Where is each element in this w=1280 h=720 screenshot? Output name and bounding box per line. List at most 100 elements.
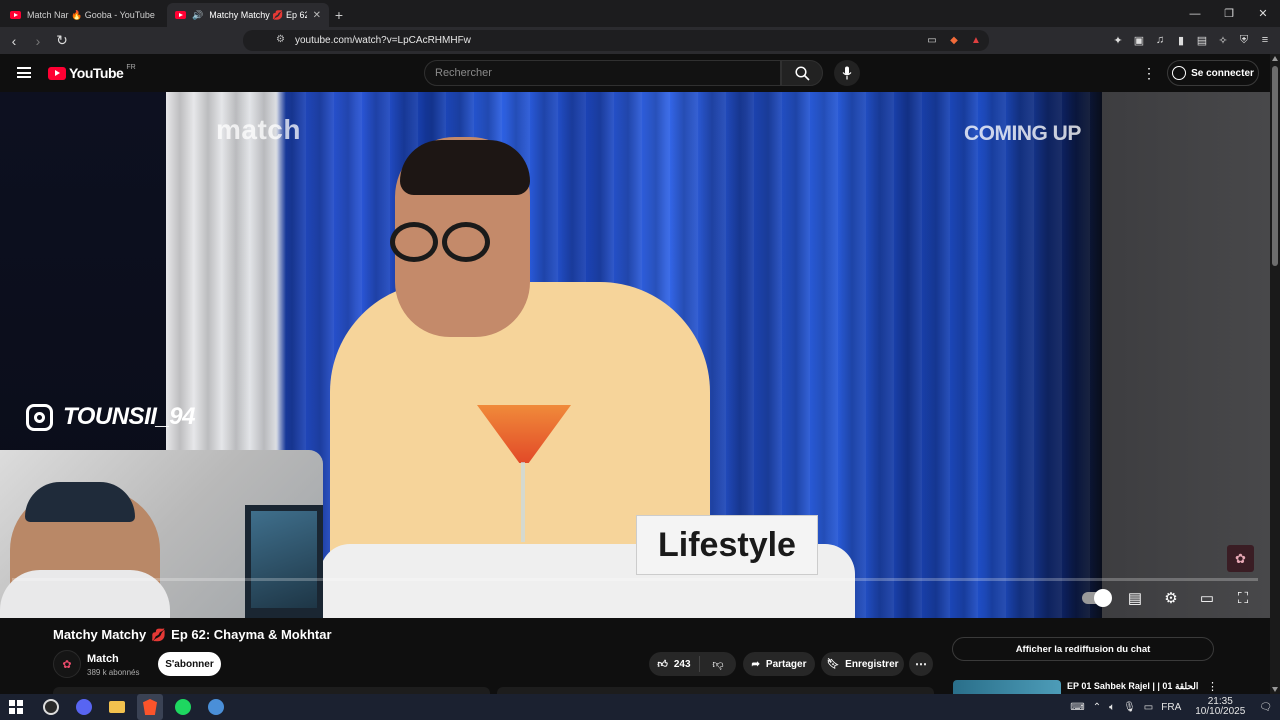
notifications-icon[interactable]: 🗨︎: [1259, 702, 1272, 713]
site-info-icon[interactable]: ⚙: [276, 34, 285, 45]
discord-icon[interactable]: [71, 694, 97, 720]
theater-mode-icon[interactable]: ▭: [1196, 588, 1218, 608]
youtube-wordmark: YouTube: [69, 65, 124, 81]
minimize-button[interactable]: —: [1178, 0, 1212, 27]
extensions-icon[interactable]: ✦: [1111, 32, 1125, 48]
cast-icon[interactable]: ▭: [925, 32, 939, 48]
sidebar-icon[interactable]: ▮: [1174, 32, 1188, 48]
reload-button[interactable]: ↻: [52, 31, 72, 51]
file-explorer-icon[interactable]: [104, 694, 130, 720]
forward-button[interactable]: ›: [28, 31, 48, 51]
sign-in-button[interactable]: Se connecter: [1167, 60, 1259, 86]
fullscreen-icon[interactable]: ⛶: [1232, 588, 1254, 608]
search-input[interactable]: [435, 61, 780, 85]
close-window-button[interactable]: ✕: [1246, 0, 1280, 27]
youtube-header: YouTube FR ⋮ Se connecter: [0, 54, 1280, 92]
new-tab-button[interactable]: +: [329, 3, 349, 27]
windows-taskbar: ⌨ ⌃ 🔈︎ 🎙︎ ▭ FRA 21:35 10/10/2025 🗨︎: [0, 694, 1280, 720]
speaker-icon: 🔊: [192, 9, 204, 20]
subscriber-count: 389 k abonnés: [87, 668, 140, 677]
autoplay-toggle[interactable]: [1082, 589, 1112, 607]
menu-icon[interactable]: ≡: [1258, 32, 1272, 48]
share-icon: ➦: [751, 658, 760, 670]
settings-gear-icon[interactable]: ⚙: [1160, 588, 1182, 608]
back-button[interactable]: ‹: [4, 31, 24, 51]
network-icon[interactable]: ▭: [1144, 702, 1153, 713]
name-card: Lifestyle: [636, 515, 818, 575]
youtube-logo[interactable]: YouTube FR: [48, 63, 136, 81]
vpn-icon[interactable]: ⛨: [1237, 32, 1251, 48]
keyboard-icon[interactable]: ⌨: [1070, 702, 1084, 713]
system-tray: ⌨ ⌃ 🔈︎ 🎙︎ ▭ FRA 21:35 10/10/2025 🗨︎: [1070, 694, 1280, 720]
more-actions-button[interactable]: ⋯: [909, 652, 933, 676]
subtitles-icon[interactable]: ▤: [1124, 588, 1146, 608]
subscribe-button[interactable]: S'abonner: [158, 652, 221, 676]
leo-ai-icon[interactable]: ✧: [1216, 32, 1230, 48]
scroll-down-arrow-icon[interactable]: [1272, 687, 1278, 692]
save-button[interactable]: 🔖︎ Enregistrer: [821, 652, 904, 676]
streamer-webcam: [0, 450, 323, 618]
webcam-cap: [25, 482, 135, 522]
obs-icon[interactable]: [38, 694, 64, 720]
video-title-suffix: Ep 62: Chayma & Mokhtar: [171, 627, 332, 642]
app-icon[interactable]: [203, 694, 229, 720]
host-glasses: [390, 222, 520, 262]
extension-icons: ✦ ▣ ♫ ▮ ▤ ✧ ⛨ ≡: [1111, 32, 1272, 48]
voice-search-button[interactable]: [834, 60, 860, 86]
browser-tab-active[interactable]: 🔊 Matchy Matchy 💋 Ep 62: Chayma & Mokhta…: [167, 3, 329, 27]
recommendation-title[interactable]: EP 01 Sahbek Rajel | | 01 الحلقة: [1067, 681, 1198, 692]
settings-kebab-icon[interactable]: ⋮: [1142, 63, 1156, 83]
thumbs-down-icon: 👎︎: [712, 658, 724, 671]
bookmark-save-icon: 🔖︎: [826, 658, 840, 670]
scrollbar-thumb[interactable]: [1272, 66, 1278, 266]
channel-name[interactable]: Match: [87, 653, 119, 665]
host-hair: [400, 140, 530, 195]
share-button[interactable]: ➦ Partager: [743, 652, 815, 676]
dislike-button[interactable]: 👎︎: [700, 658, 736, 671]
progress-bar[interactable]: [12, 578, 1258, 581]
microphone-tray-icon[interactable]: 🎙︎: [1123, 702, 1136, 713]
show-chat-replay-button[interactable]: Afficher la rediffusion du chat: [952, 637, 1214, 661]
recommendation-menu-icon[interactable]: ⋮: [1207, 680, 1218, 693]
brave-rewards-icon[interactable]: ▲: [969, 32, 983, 48]
like-count: 243: [673, 658, 691, 670]
lips-emoji-icon: 💋: [151, 627, 167, 642]
restore-button[interactable]: ❐: [1212, 0, 1246, 27]
account-icon: [1172, 66, 1187, 80]
player-controls: ▤ ⚙ ▭ ⛶: [1082, 588, 1254, 608]
like-button[interactable]: 👍︎ 243: [649, 656, 700, 672]
windows-start-icon[interactable]: [9, 700, 23, 714]
wallet-icon[interactable]: ▤: [1195, 32, 1209, 48]
page-scrollbar[interactable]: [1270, 54, 1280, 694]
window-controls: — ❐ ✕: [1178, 0, 1280, 27]
browser-toolbar: ‹ › ↻ ☆ ⚙ youtube.com/watch?v=LpCAcRHMHF…: [0, 27, 1280, 54]
channel-avatar[interactable]: ✿: [53, 650, 81, 678]
hamburger-menu-icon[interactable]: [17, 67, 31, 78]
brave-browser-icon[interactable]: [137, 694, 163, 720]
clock-date: 10/10/2025: [1195, 706, 1246, 717]
browser-tab-inactive[interactable]: Match Nar 🔥 Gooba - YouTube: [2, 3, 167, 27]
video-player[interactable]: Lifestyle match COMING UP TOUNSII_94 ✿ ▤…: [0, 92, 1270, 618]
thumbs-up-icon: 👍︎: [657, 659, 668, 670]
language-indicator[interactable]: FRA: [1161, 702, 1181, 713]
search-icon: [794, 65, 810, 81]
region-code: FR: [126, 63, 136, 71]
brave-shields-icon[interactable]: ◆: [947, 32, 961, 48]
player-letterbox-right: [1102, 92, 1270, 618]
instagram-overlay: TOUNSII_94: [26, 403, 195, 431]
tray-chevron-icon[interactable]: ⌃: [1093, 702, 1101, 713]
cocktail-stem: [521, 462, 525, 542]
scroll-up-arrow-icon[interactable]: [1272, 56, 1278, 61]
speaker-tray-icon[interactable]: 🔈︎: [1109, 702, 1115, 713]
channel-watermark-icon[interactable]: ✿: [1227, 545, 1254, 572]
sign-in-label: Se connecter: [1191, 67, 1254, 79]
address-bar[interactable]: ⚙ youtube.com/watch?v=LpCAcRHMHFw ▭ ◆ ▲: [243, 30, 989, 51]
screenshot-icon[interactable]: ▣: [1132, 32, 1146, 48]
instagram-icon: [26, 403, 53, 431]
media-icon[interactable]: ♫: [1153, 32, 1167, 48]
search-button[interactable]: [781, 60, 823, 86]
spotify-icon[interactable]: [170, 694, 196, 720]
taskbar-clock[interactable]: 21:35 10/10/2025: [1195, 697, 1245, 717]
description-panel: [53, 687, 490, 694]
tab-close-icon[interactable]: ✕: [313, 10, 321, 21]
